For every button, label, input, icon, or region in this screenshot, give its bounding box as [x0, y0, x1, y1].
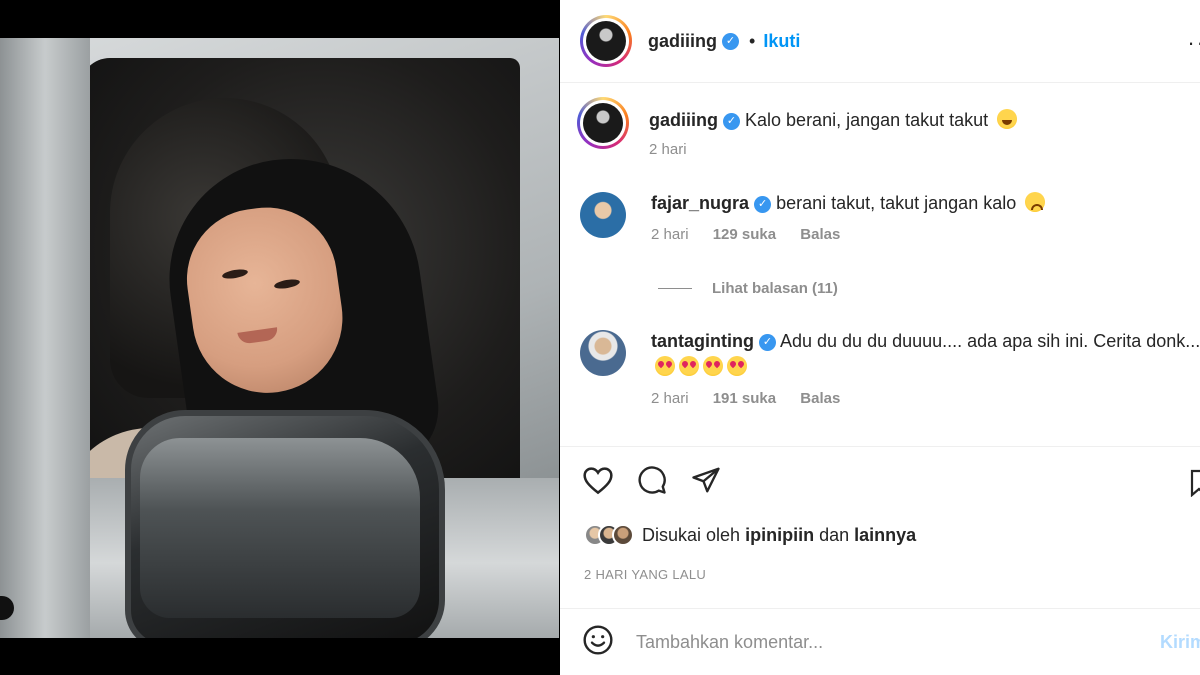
comment-likes[interactable]: 129 suka: [713, 226, 776, 243]
bookmark-icon[interactable]: [1190, 469, 1200, 502]
likes-others-link[interactable]: lainnya: [854, 525, 916, 545]
comment-text: Kalo berani, jangan takut takut: [745, 110, 989, 130]
comment-icon[interactable]: [636, 465, 668, 495]
post-actions: Disukai oleh ipinipiin dan lainnya 2 HAR…: [560, 446, 1200, 582]
likes-prefix: Disukai oleh: [642, 524, 741, 545]
post-header: gadiiing ✓ • Ikuti ··: [560, 0, 1200, 83]
likes-conj: dan: [819, 524, 850, 545]
liker-username[interactable]: ipinipiin: [745, 525, 814, 545]
sad-emoji-icon: [1025, 192, 1046, 212]
comment-username[interactable]: fajar_nugra: [651, 193, 749, 213]
post-sidebar: gadiiing ✓ • Ikuti ·· gadiiing ✓ Kalo ber…: [560, 0, 1200, 675]
caption-avatar[interactable]: [577, 97, 629, 149]
commenter-avatar[interactable]: [580, 330, 626, 376]
heart-eyes-emoji-icon: [679, 356, 699, 376]
comment-input[interactable]: [636, 631, 1136, 653]
reply-button[interactable]: Balas: [800, 226, 840, 243]
comment-time[interactable]: 2 hari: [651, 390, 689, 407]
verified-badge-icon: ✓: [758, 333, 776, 351]
comment-username[interactable]: tantaginting: [651, 331, 754, 351]
author-username[interactable]: gadiiing: [648, 31, 717, 52]
comment-likes[interactable]: 191 suka: [713, 390, 776, 407]
separator: •: [749, 30, 756, 51]
comment-text: Adu du du du duuuu.... ada apa sih ini. …: [780, 331, 1200, 351]
comment-text: berani takut, takut jangan kalo: [776, 193, 1017, 213]
grin-emoji-icon: [997, 109, 1018, 129]
replies-divider: [658, 288, 692, 289]
more-options-icon[interactable]: ··: [1187, 30, 1200, 56]
commenter-avatar[interactable]: [580, 192, 626, 238]
comment-time[interactable]: 2 hari: [651, 226, 689, 243]
comment-row: fajar_nugra ✓ berani takut, takut jangan …: [580, 192, 1200, 243]
comment-time[interactable]: 2 hari: [649, 141, 687, 158]
comment-row: tantaginting ✓ Adu du du du duuuu.... ada…: [580, 330, 1200, 407]
follow-button[interactable]: Ikuti: [763, 31, 800, 52]
add-comment-bar: Kirim: [560, 608, 1200, 675]
author-avatar[interactable]: [580, 15, 632, 67]
comment-username[interactable]: gadiiing: [649, 110, 718, 130]
heart-eyes-emoji-icon: [703, 356, 723, 376]
share-icon[interactable]: [690, 465, 722, 495]
verified-badge-icon: ✓: [722, 32, 739, 50]
post-comment-button[interactable]: Kirim: [1160, 632, 1200, 653]
liker-avatar[interactable]: [612, 524, 634, 546]
heart-eyes-emoji-icon: [655, 356, 675, 376]
caption-row: gadiiing ✓ Kalo berani, jangan takut taku…: [577, 97, 1200, 158]
heart-icon[interactable]: [582, 465, 614, 495]
verified-badge-icon: ✓: [723, 112, 740, 130]
view-replies-button[interactable]: Lihat balasan (11): [658, 280, 838, 297]
post-photo[interactable]: [0, 38, 559, 638]
post-media[interactable]: [0, 0, 560, 675]
reply-button[interactable]: Balas: [800, 390, 840, 407]
verified-badge-icon: ✓: [754, 195, 772, 213]
likes-summary: Disukai oleh ipinipiin dan lainnya: [584, 524, 916, 546]
view-replies-label[interactable]: Lihat balasan (11): [712, 280, 838, 297]
post-date[interactable]: 2 HARI YANG LALU: [584, 567, 706, 582]
emoji-icon[interactable]: [582, 624, 614, 661]
heart-eyes-emoji-icon: [727, 356, 747, 376]
